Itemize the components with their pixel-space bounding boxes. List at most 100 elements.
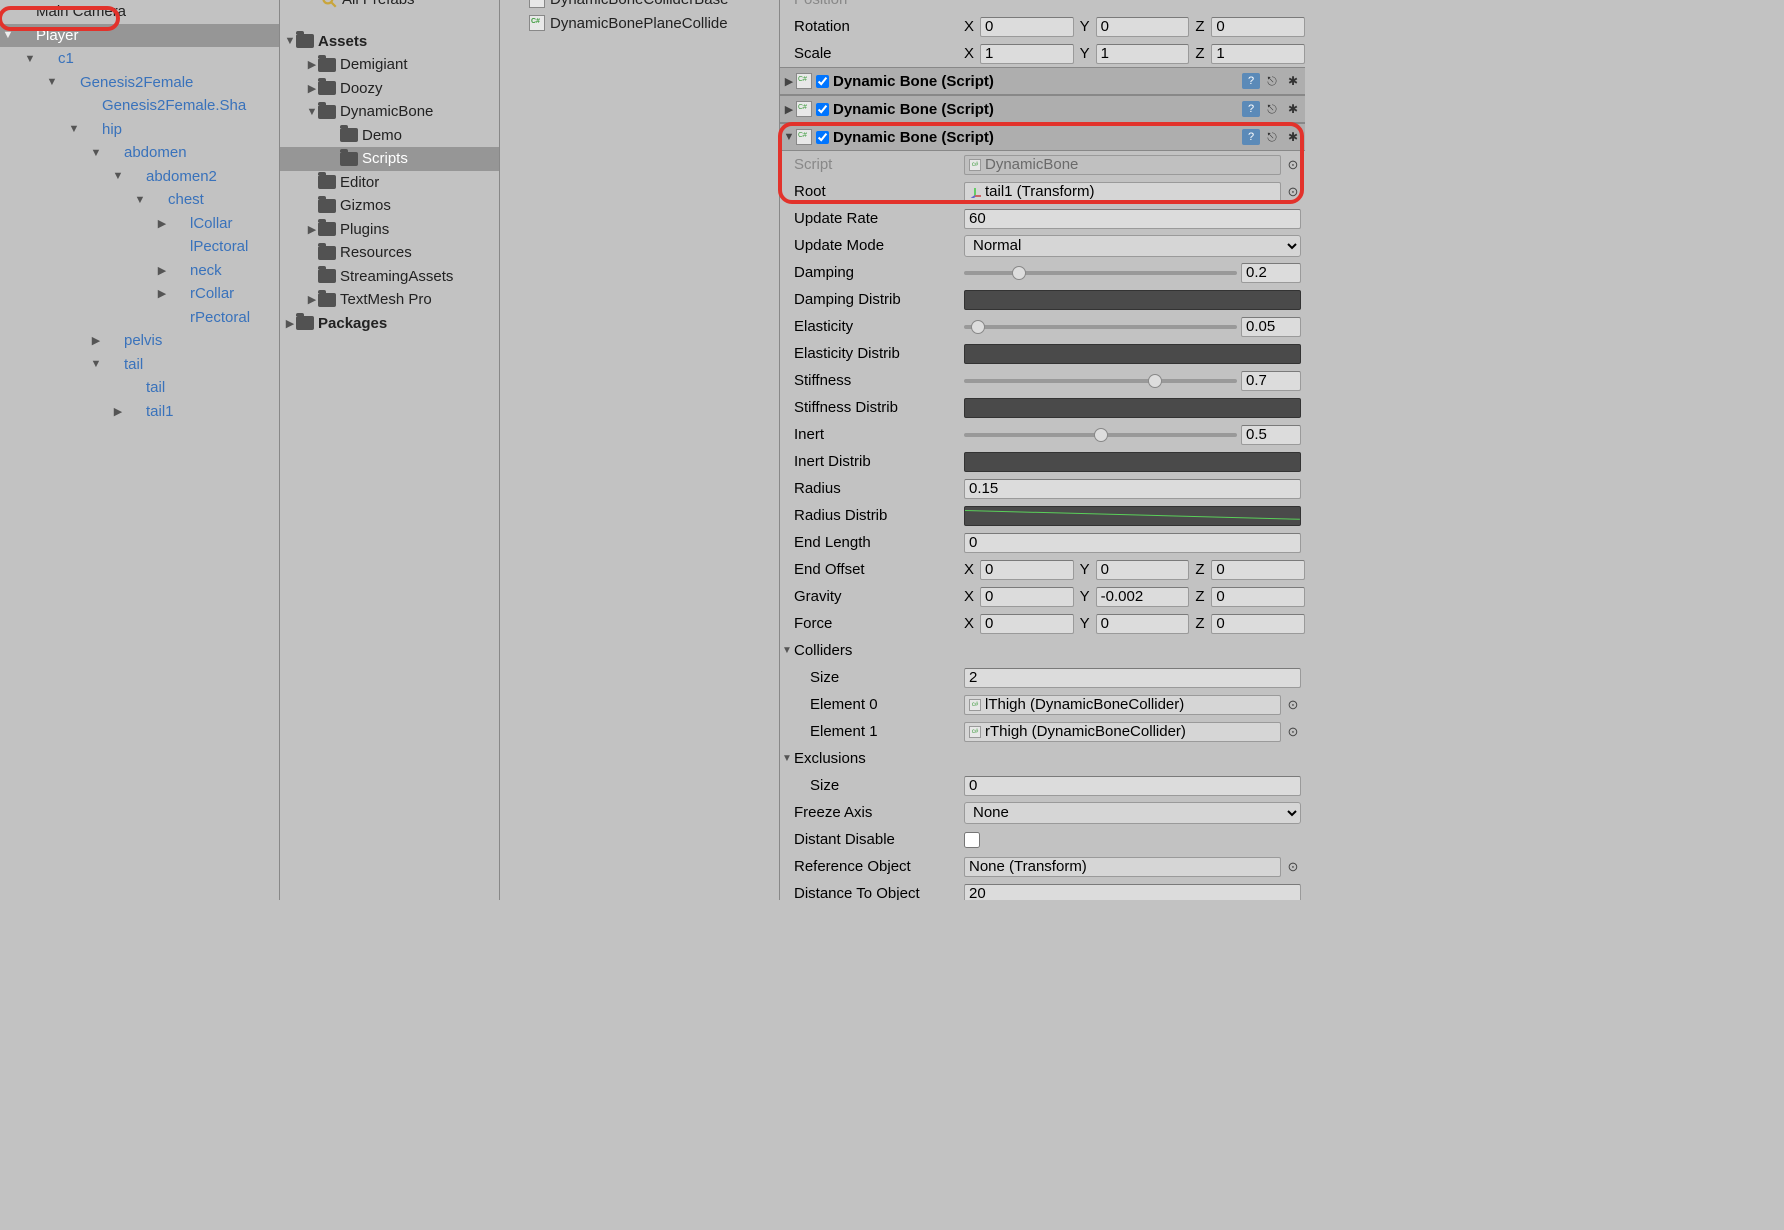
project-folder[interactable]: TextMesh Pro — [280, 288, 499, 312]
hierarchy-item[interactable]: lPectoral — [0, 235, 279, 259]
inert-distrib-curve[interactable] — [964, 452, 1301, 472]
hierarchy-item[interactable]: tail — [0, 376, 279, 400]
scale-y[interactable] — [1096, 44, 1190, 64]
component-header-2[interactable]: ▶ Dynamic Bone (Script) ? ⎋ ✱ — [780, 95, 1305, 123]
gear-icon[interactable]: ✱ — [1284, 101, 1302, 117]
object-picker-icon[interactable]: ⊙ — [1285, 859, 1301, 875]
update-mode-select[interactable]: Normal — [964, 235, 1301, 257]
hierarchy-item-abdomen2[interactable]: abdomen2 — [0, 165, 279, 189]
scale-x[interactable] — [980, 44, 1074, 64]
hierarchy-item-chest[interactable]: chest — [0, 188, 279, 212]
expand-icon[interactable] — [46, 76, 58, 88]
elasticity-value[interactable] — [1241, 317, 1301, 337]
collider-0-field[interactable]: c# lThigh (DynamicBoneCollider) — [964, 695, 1281, 715]
distance-to-object-field[interactable] — [964, 884, 1301, 901]
expand-icon[interactable] — [306, 58, 318, 71]
hierarchy-item-tail1[interactable]: tail1 — [0, 400, 279, 424]
scale-z[interactable] — [1211, 44, 1305, 64]
project-folder[interactable]: Gizmos — [280, 194, 499, 218]
expand-icon[interactable]: ▼ — [782, 131, 796, 143]
hierarchy-item[interactable]: rCollar — [0, 282, 279, 306]
expand-icon[interactable] — [156, 264, 168, 277]
damping-value[interactable] — [1241, 263, 1301, 283]
endoffset-x[interactable] — [980, 560, 1074, 580]
expand-icon[interactable] — [306, 82, 318, 95]
collider-1-field[interactable]: c# rThigh (DynamicBoneCollider) — [964, 722, 1281, 742]
component-enable-toggle[interactable] — [816, 131, 829, 144]
object-picker-icon[interactable]: ⊙ — [1285, 697, 1301, 713]
project-folder-scripts[interactable]: Scripts — [280, 147, 499, 171]
stiffness-distrib-curve[interactable] — [964, 398, 1301, 418]
reference-object-field[interactable]: None (Transform) — [964, 857, 1281, 877]
expand-icon[interactable] — [112, 170, 124, 182]
component-header-3[interactable]: ▼ Dynamic Bone (Script) ? ⎋ ✱ — [780, 123, 1305, 151]
expand-icon[interactable] — [24, 53, 36, 65]
gear-icon[interactable]: ✱ — [1284, 73, 1302, 89]
prop-colliders[interactable]: ▼ Colliders — [780, 637, 1305, 664]
project-folder[interactable]: Doozy — [280, 77, 499, 101]
component-enable-toggle[interactable] — [816, 75, 829, 88]
distant-disable-toggle[interactable] — [964, 832, 980, 848]
hierarchy-item-tail[interactable]: tail — [0, 353, 279, 377]
radius-distrib-curve[interactable] — [964, 506, 1301, 526]
preset-icon[interactable]: ⎋ — [1263, 101, 1281, 117]
project-folder[interactable]: Resources — [280, 241, 499, 265]
project-filter-prefabs[interactable]: All Prefabs — [280, 0, 499, 12]
expand-icon[interactable] — [112, 405, 124, 418]
hierarchy-item[interactable]: rPectoral — [0, 306, 279, 330]
inert-slider[interactable] — [964, 427, 1237, 443]
update-rate-field[interactable] — [964, 209, 1301, 229]
help-icon[interactable]: ? — [1242, 101, 1260, 117]
colliders-size-field[interactable] — [964, 668, 1301, 688]
project-packages[interactable]: Packages — [280, 312, 499, 336]
expand-icon[interactable]: ▶ — [782, 103, 796, 116]
expand-icon[interactable] — [68, 123, 80, 135]
damping-distrib-curve[interactable] — [964, 290, 1301, 310]
elasticity-distrib-curve[interactable] — [964, 344, 1301, 364]
gravity-z[interactable] — [1211, 587, 1305, 607]
freeze-axis-select[interactable]: None — [964, 802, 1301, 824]
hierarchy-item-player[interactable]: Player — [0, 24, 279, 48]
gravity-x[interactable] — [980, 587, 1074, 607]
root-field[interactable]: tail1 (Transform) — [964, 182, 1281, 202]
inert-value[interactable] — [1241, 425, 1301, 445]
force-x[interactable] — [980, 614, 1074, 634]
file-item[interactable]: DynamicBoneColliderBase — [500, 0, 779, 12]
end-length-field[interactable] — [964, 533, 1301, 553]
expand-icon[interactable] — [306, 293, 318, 306]
help-icon[interactable]: ? — [1242, 129, 1260, 145]
expand-icon[interactable] — [156, 217, 168, 230]
hierarchy-item-hip[interactable]: hip — [0, 118, 279, 142]
rotation-y[interactable] — [1096, 17, 1190, 37]
expand-icon[interactable] — [284, 317, 296, 330]
expand-icon[interactable] — [284, 35, 296, 47]
endoffset-z[interactable] — [1211, 560, 1305, 580]
help-icon[interactable]: ? — [1242, 73, 1260, 89]
radius-field[interactable] — [964, 479, 1301, 499]
gravity-y[interactable] — [1096, 587, 1190, 607]
project-folder[interactable]: Demigiant — [280, 53, 499, 77]
object-picker-icon[interactable]: ⊙ — [1285, 184, 1301, 200]
gear-icon[interactable]: ✱ — [1284, 129, 1302, 145]
elasticity-slider[interactable] — [964, 319, 1237, 335]
expand-icon[interactable] — [90, 334, 102, 347]
hierarchy-item[interactable]: neck — [0, 259, 279, 283]
rotation-x[interactable] — [980, 17, 1074, 37]
preset-icon[interactable]: ⎋ — [1263, 129, 1281, 145]
hierarchy-item-pelvis[interactable]: pelvis — [0, 329, 279, 353]
project-folder[interactable]: Editor — [280, 171, 499, 195]
expand-icon[interactable]: ▶ — [782, 75, 796, 88]
rotation-z[interactable] — [1211, 17, 1305, 37]
project-folder[interactable]: StreamingAssets — [280, 265, 499, 289]
expand-icon[interactable]: ▼ — [782, 753, 794, 764]
expand-icon[interactable] — [90, 358, 102, 370]
force-z[interactable] — [1211, 614, 1305, 634]
project-folder[interactable]: Demo — [280, 124, 499, 148]
object-picker-icon[interactable]: ⊙ — [1285, 724, 1301, 740]
component-enable-toggle[interactable] — [816, 103, 829, 116]
project-assets[interactable]: Assets — [280, 30, 499, 54]
stiffness-value[interactable] — [1241, 371, 1301, 391]
hierarchy-item-genesis[interactable]: Genesis2Female — [0, 71, 279, 95]
expand-icon[interactable] — [2, 29, 14, 41]
hierarchy-item[interactable]: Genesis2Female.Sha — [0, 94, 279, 118]
